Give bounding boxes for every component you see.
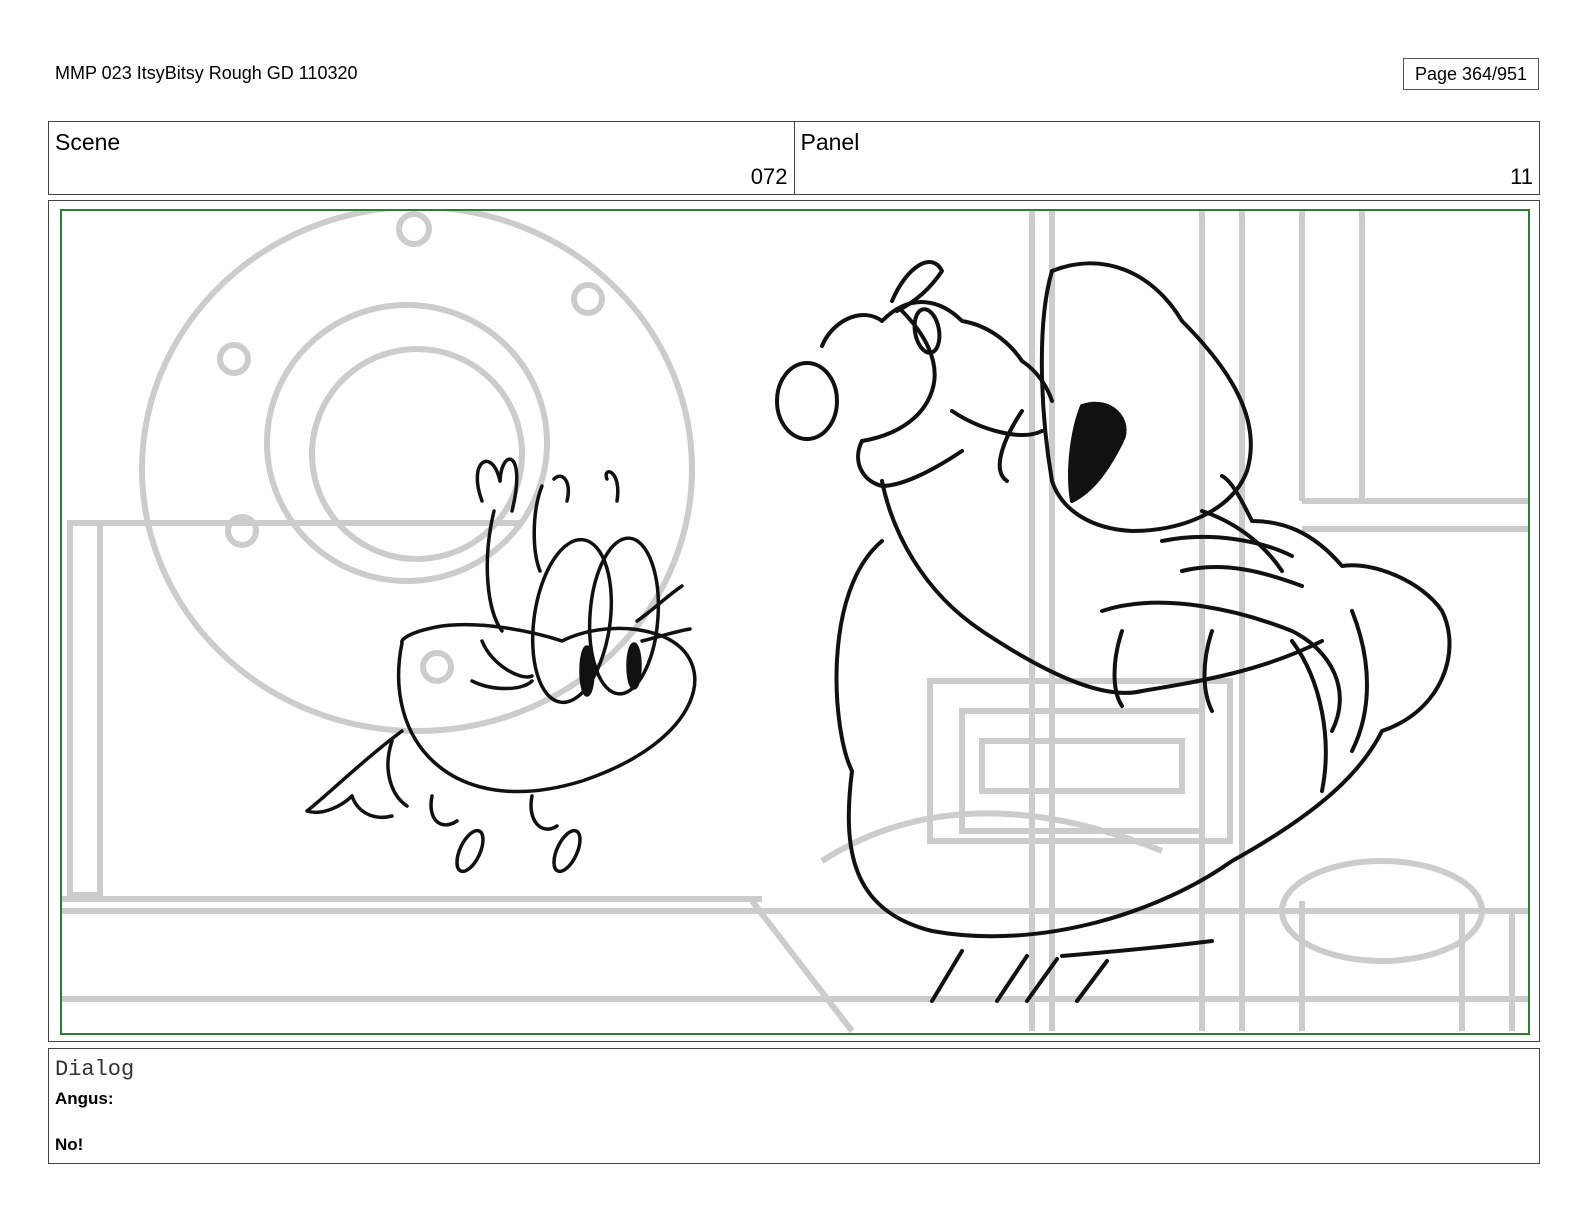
page-number: Page 364/951 — [1403, 58, 1539, 90]
panel-number: 11 — [1510, 164, 1533, 189]
dialog-label: Dialog — [55, 1057, 135, 1082]
document-title: MMP 023 ItsyBitsy Rough GD 110320 — [55, 63, 358, 83]
background-layout — [62, 211, 1528, 1033]
dialog-box: Dialog Angus: No! — [48, 1048, 1540, 1164]
scene-number: 072 — [750, 164, 788, 189]
dialog-line: No! — [55, 1135, 84, 1154]
large-character-sketch — [775, 260, 1452, 1003]
dialog-speaker: Angus: — [55, 1089, 114, 1108]
storyboard-panel-image — [60, 209, 1530, 1035]
storyboard-frame — [48, 200, 1540, 1042]
storyboard-sketch — [62, 211, 1528, 1033]
scene-label: Scene — [55, 129, 121, 155]
panel-cell: Panel 11 — [793, 122, 1540, 194]
scene-cell: Scene 072 — [49, 122, 794, 194]
panel-label: Panel — [800, 129, 860, 155]
scene-panel-header: Scene 072 Panel 11 — [48, 121, 1540, 195]
